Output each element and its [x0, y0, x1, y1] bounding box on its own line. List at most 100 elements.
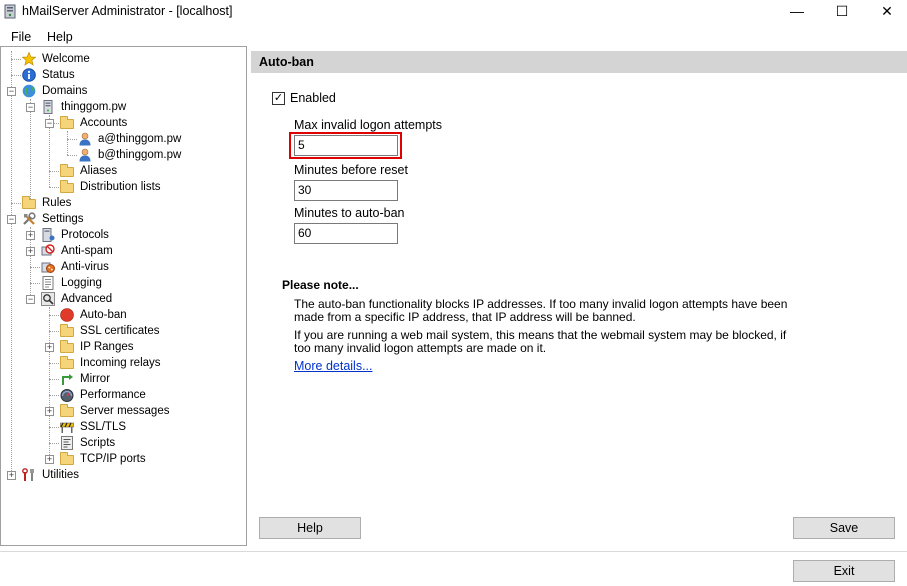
expand-toggle[interactable]: +: [7, 471, 16, 480]
maximize-button[interactable]: ☐: [819, 0, 865, 24]
minutes-ban-input[interactable]: 60: [294, 223, 398, 244]
tree-label: SSL certificates: [80, 325, 160, 337]
minimize-button[interactable]: —: [774, 0, 820, 24]
gauge-icon: [60, 389, 74, 402]
globe-icon: [22, 84, 36, 98]
highlight-box: [289, 132, 402, 159]
help-button[interactable]: Help: [259, 517, 361, 539]
exit-button[interactable]: Exit: [793, 560, 895, 582]
folder-icon: [60, 404, 74, 417]
menu-bar: File Help: [0, 28, 907, 46]
folder-icon: [60, 164, 74, 177]
enabled-checkbox[interactable]: ✓: [272, 92, 285, 105]
tree-connector: [49, 187, 59, 188]
tree-label: Distribution lists: [80, 181, 161, 193]
note-title: Please note...: [282, 278, 359, 292]
folder-icon: [60, 180, 74, 193]
note-text: too many invalid logon attempts are made…: [294, 341, 547, 355]
folder-icon: [60, 452, 74, 465]
collapse-toggle[interactable]: −: [26, 103, 35, 112]
tree-label: Auto-ban: [80, 309, 127, 321]
minutes-reset-label: Minutes before reset: [294, 163, 408, 177]
server-icon: [43, 100, 53, 114]
page-title: Auto-ban: [259, 55, 314, 69]
tree-label: Aliases: [80, 165, 118, 177]
tree-label: Scripts: [80, 437, 116, 449]
tree-connector: [49, 427, 59, 428]
minutes-ban-label: Minutes to auto-ban: [294, 206, 405, 220]
tree-connector: [11, 51, 12, 475]
panel-header: Auto-ban: [251, 51, 907, 73]
stop-icon: [60, 308, 74, 322]
tree-label: Welcome: [42, 53, 90, 65]
tree-label: a@thinggom.pw: [98, 133, 182, 145]
folder-icon: [22, 196, 36, 209]
document-icon: [42, 276, 54, 290]
app-window: { "window": { "title": "hMailServer Admi…: [0, 0, 907, 586]
tree-connector: [49, 331, 59, 332]
navigation-tree: Welcome Status − Domains − thinggom.pw −…: [0, 46, 247, 546]
expand-toggle[interactable]: +: [26, 247, 35, 256]
folder-icon: [60, 356, 74, 369]
title-bar: hMailServer Administrator - [localhost] …: [0, 0, 907, 24]
mirror-arrow-icon: [62, 374, 73, 385]
tree-connector: [49, 443, 59, 444]
tree-label: TCP/IP ports: [80, 453, 146, 465]
minutes-reset-input[interactable]: 30: [294, 180, 398, 201]
menu-help[interactable]: Help: [47, 30, 73, 44]
tree-label: Advanced: [61, 293, 113, 305]
folder-icon: [60, 324, 74, 337]
tree-connector: [67, 131, 68, 155]
star-icon: [22, 52, 36, 66]
auto-ban-panel: Auto-ban ✓ Enabled Max invalid logon att…: [251, 46, 907, 546]
tree-connector: [49, 379, 59, 380]
tree-label: Accounts: [80, 117, 128, 129]
tree-connector: [49, 363, 59, 364]
expand-toggle[interactable]: +: [26, 231, 35, 240]
collapse-toggle[interactable]: −: [7, 87, 16, 96]
magnifier-icon: [41, 292, 55, 306]
enabled-label: Enabled: [290, 91, 336, 105]
max-attempts-label: Max invalid logon attempts: [294, 118, 442, 132]
note-text: The auto-ban functionality blocks IP add…: [294, 297, 788, 311]
tree-connector: [11, 59, 21, 60]
expand-toggle[interactable]: +: [45, 455, 54, 464]
tree-label: Incoming relays: [80, 357, 161, 369]
folder-icon: [60, 340, 74, 353]
menu-file[interactable]: File: [11, 30, 31, 44]
tree-connector: [67, 139, 77, 140]
tree-label: Rules: [42, 197, 72, 209]
tools-icon: [23, 212, 36, 225]
tree-label: Mirror: [80, 373, 111, 385]
collapse-toggle[interactable]: −: [45, 119, 54, 128]
tree-label: Settings: [42, 213, 84, 225]
server-app-icon: [4, 4, 16, 19]
tree-connector: [30, 283, 40, 284]
info-icon: [22, 68, 36, 82]
tree-label: Performance: [80, 389, 146, 401]
expand-toggle[interactable]: +: [45, 343, 54, 352]
footer-divider: [0, 551, 907, 552]
tree-label: Anti-virus: [61, 261, 109, 273]
tree-label: Domains: [42, 85, 88, 97]
virus-icon: [41, 262, 55, 273]
tree-label: Server messages: [80, 405, 170, 417]
user-icon: [79, 132, 91, 146]
tree-connector: [30, 267, 40, 268]
close-button[interactable]: ✕: [864, 0, 907, 24]
tree-label: thinggom.pw: [61, 101, 127, 113]
more-details-link[interactable]: More details...: [294, 359, 373, 373]
collapse-toggle[interactable]: −: [7, 215, 16, 224]
collapse-toggle[interactable]: −: [26, 295, 35, 304]
note-text: If you are running a web mail system, th…: [294, 328, 787, 342]
expand-toggle[interactable]: +: [45, 407, 54, 416]
tree-connector: [49, 315, 59, 316]
tree-connector: [11, 203, 21, 204]
tree-label: Logging: [61, 277, 102, 289]
tree-connector: [30, 99, 31, 203]
save-button[interactable]: Save: [793, 517, 895, 539]
tree-label: SSL/TLS: [80, 421, 127, 433]
tree-label: Status: [42, 69, 75, 81]
tree-label: Utilities: [42, 469, 80, 481]
server-icon: [42, 228, 55, 242]
